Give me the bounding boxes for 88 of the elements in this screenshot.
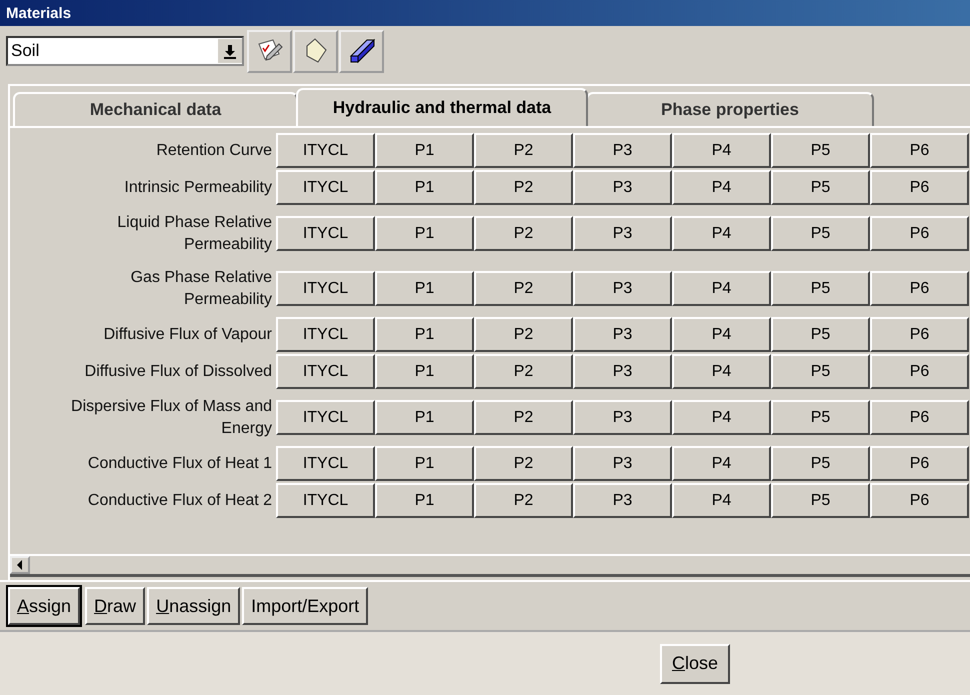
parameter-button[interactable]: P6 — [870, 133, 969, 168]
window-title: Materials — [6, 4, 72, 22]
parameter-button[interactable]: P4 — [672, 400, 771, 435]
parameter-button[interactable]: ITYCL — [276, 483, 375, 518]
parameter-button[interactable]: P4 — [672, 317, 771, 352]
parameter-button[interactable]: P5 — [771, 317, 870, 352]
row-label: Intrinsic Permeability — [123, 178, 273, 198]
parameter-button[interactable]: P2 — [474, 354, 573, 389]
scroll-left-button[interactable] — [10, 556, 30, 574]
parameter-button[interactable]: P1 — [375, 446, 474, 481]
parameter-button[interactable]: ITYCL — [276, 271, 375, 306]
parameter-button[interactable]: P1 — [375, 170, 474, 205]
parameter-button[interactable]: P3 — [573, 446, 672, 481]
action-button[interactable]: Import/Export — [242, 587, 368, 625]
parameter-button[interactable]: P4 — [672, 271, 771, 306]
left-arrow-icon — [17, 560, 23, 570]
parameter-button[interactable]: P1 — [375, 271, 474, 306]
parameter-button[interactable]: P5 — [771, 170, 870, 205]
parameter-button[interactable]: P3 — [573, 317, 672, 352]
row-label: Dispersive Flux of Mass and Energy — [70, 396, 273, 438]
horizontal-scrollbar[interactable] — [10, 554, 970, 577]
parameter-button[interactable]: P1 — [375, 317, 474, 352]
parameter-button[interactable]: P2 — [474, 271, 573, 306]
parameter-button[interactable]: ITYCL — [276, 133, 375, 168]
parameter-button[interactable]: P3 — [573, 271, 672, 306]
parameter-button[interactable]: ITYCL — [276, 317, 375, 352]
parameter-button[interactable]: P6 — [870, 271, 969, 306]
toolbar-button[interactable] — [247, 30, 292, 72]
parameter-button[interactable]: ITYCL — [276, 400, 375, 435]
action-button[interactable]: Assign — [8, 587, 80, 625]
parameter-button[interactable]: P5 — [771, 354, 870, 389]
toolbar-button[interactable] — [293, 30, 338, 72]
material-dropdown[interactable]: Soil — [6, 36, 244, 66]
parameter-button[interactable]: P5 — [771, 216, 870, 251]
row-label: Conductive Flux of Heat 2 — [86, 490, 273, 510]
parameter-button[interactable]: P5 — [771, 483, 870, 518]
parameter-button[interactable]: P2 — [474, 400, 573, 435]
parameter-button[interactable]: P3 — [573, 400, 672, 435]
parameter-button[interactable]: P6 — [870, 446, 969, 481]
parameter-button[interactable]: P2 — [474, 317, 573, 352]
parameter-button[interactable]: P2 — [474, 483, 573, 518]
parameter-button[interactable]: P5 — [771, 271, 870, 306]
parameter-button[interactable]: P6 — [870, 354, 969, 389]
parameter-button[interactable]: P2 — [474, 170, 573, 205]
tab[interactable]: Phase properties — [586, 92, 874, 126]
parameter-button[interactable]: P6 — [870, 483, 969, 518]
parameter-button[interactable]: ITYCL — [276, 216, 375, 251]
parameter-button[interactable]: P6 — [870, 317, 969, 352]
parameter-button[interactable]: P1 — [375, 133, 474, 168]
parameter-button[interactable]: P4 — [672, 354, 771, 389]
parameter-button[interactable]: P1 — [375, 216, 474, 251]
parameter-button[interactable]: ITYCL — [276, 354, 375, 389]
action-button[interactable]: Draw — [85, 587, 146, 625]
parameter-button[interactable]: P3 — [573, 483, 672, 518]
parameter-button[interactable]: ITYCL — [276, 170, 375, 205]
row-label: Gas Phase Relative Permeability — [130, 268, 273, 310]
parameter-button[interactable]: P3 — [573, 216, 672, 251]
row-label: Diffusive Flux of Dissolved — [84, 362, 273, 382]
tab[interactable]: Hydraulic and thermal data — [296, 88, 588, 126]
parameter-button[interactable]: P5 — [771, 400, 870, 435]
parameter-button[interactable]: P4 — [672, 170, 771, 205]
parameter-button[interactable]: P1 — [375, 400, 474, 435]
parameter-button[interactable]: P3 — [573, 354, 672, 389]
parameter-button[interactable]: P3 — [573, 133, 672, 168]
tab[interactable]: Mechanical data — [13, 92, 298, 126]
parameter-button[interactable]: P5 — [771, 446, 870, 481]
parameter-button[interactable]: P3 — [573, 170, 672, 205]
action-button[interactable]: Unassign — [147, 587, 240, 625]
parameter-button[interactable]: P2 — [474, 446, 573, 481]
parameter-button[interactable]: P6 — [870, 170, 969, 205]
parameter-button[interactable]: P1 — [375, 354, 474, 389]
close-button[interactable]: Close — [660, 644, 730, 684]
row-label: Liquid Phase Relative Permeability — [116, 212, 273, 254]
parameter-button[interactable]: P6 — [870, 216, 969, 251]
parameter-button[interactable]: P2 — [474, 216, 573, 251]
row-label: Conductive Flux of Heat 1 — [86, 454, 273, 474]
parameter-button[interactable]: P4 — [672, 216, 771, 251]
parameter-button[interactable]: P4 — [672, 133, 771, 168]
parameter-button[interactable]: P4 — [672, 483, 771, 518]
parameter-button[interactable]: ITYCL — [276, 446, 375, 481]
parameter-button[interactable]: P5 — [771, 133, 870, 168]
parameter-button[interactable]: P4 — [672, 446, 771, 481]
row-label: Retention Curve — [155, 140, 273, 160]
toolbar-button[interactable] — [339, 30, 384, 72]
row-label: Diffusive Flux of Vapour — [102, 324, 273, 344]
parameter-button[interactable]: P1 — [375, 483, 474, 518]
parameter-button[interactable]: P2 — [474, 133, 573, 168]
parameter-button[interactable]: P6 — [870, 400, 969, 435]
